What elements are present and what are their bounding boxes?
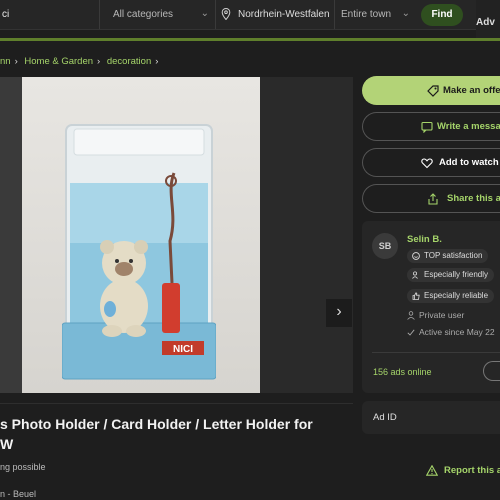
shipping-info: ng possible xyxy=(0,462,46,472)
svg-text:NICI: NICI xyxy=(173,344,193,355)
breadcrumb-separator: › xyxy=(155,56,159,67)
tag-icon xyxy=(427,85,439,97)
badge-top-satisfaction: TOP satisfaction xyxy=(407,249,489,263)
listing-location: n - Beuel xyxy=(0,489,37,499)
next-image-button[interactable]: › xyxy=(326,299,352,327)
location-pin-icon xyxy=(221,8,231,20)
write-message-label: Write a messa xyxy=(437,121,500,132)
user-icon xyxy=(407,311,415,320)
make-offer-label: Make an offe xyxy=(443,85,500,96)
badge-especially-friendly: Especially friendly xyxy=(407,268,495,282)
listing-header: s Photo Holder / Card Holder / Letter Ho… xyxy=(0,403,353,500)
breadcrumb-item[interactable]: nn xyxy=(0,56,11,67)
breadcrumb: nn › Home & Garden › decoration › xyxy=(0,56,162,67)
active-since-label: Active since May 22 xyxy=(419,327,495,337)
heart-icon xyxy=(421,158,433,169)
checkmark-icon xyxy=(407,329,415,336)
seller-name[interactable]: Selin B. xyxy=(407,234,442,245)
location-input[interactable]: Nordrhein-Westfalen xyxy=(238,9,330,20)
badge-label: TOP satisfaction xyxy=(424,251,483,260)
radius-select-label: Entire town xyxy=(341,9,392,20)
follow-button[interactable] xyxy=(483,361,500,381)
search-bar: ci All categories ⌄ Nordrhein-Westfalen … xyxy=(0,0,500,30)
search-input[interactable]: ci xyxy=(0,0,100,29)
chevron-down-icon: ⌄ xyxy=(200,8,209,19)
badge-especially-reliable: Especially reliable xyxy=(407,289,495,303)
badge-label: Especially reliable xyxy=(424,291,489,300)
share-icon xyxy=(428,193,438,205)
gallery-side-right xyxy=(260,77,353,393)
seller-active-since: Active since May 22 xyxy=(407,327,495,337)
thumbs-up-icon xyxy=(412,292,420,300)
breadcrumb-item[interactable]: decoration xyxy=(107,56,151,67)
header-divider xyxy=(0,38,500,41)
post-ad-button[interactable]: Adv xyxy=(476,0,500,40)
share-button[interactable]: Share this a xyxy=(362,184,500,213)
seller-type: Private user xyxy=(407,310,464,320)
seller-type-label: Private user xyxy=(419,310,465,320)
ad-id-panel: Ad ID xyxy=(362,401,500,434)
image-gallery[interactable]: NICI › ▣ 1 xyxy=(0,77,353,393)
gallery-side-left xyxy=(0,77,22,393)
action-buttons: Make an offe Write a messa Add to watch … xyxy=(362,76,500,220)
report-label: Report this a xyxy=(444,465,500,476)
chevron-right-icon: › xyxy=(336,303,342,320)
write-message-button[interactable]: Write a messa xyxy=(362,112,500,141)
avatar[interactable]: SB xyxy=(372,233,398,259)
warning-icon xyxy=(426,465,438,476)
breadcrumb-separator: › xyxy=(14,56,18,67)
seller-card: SB Selin B. TOP satisfaction Especially … xyxy=(362,221,500,393)
category-select-label: All categories xyxy=(113,9,174,20)
radius-select[interactable]: Entire town ⌄ xyxy=(334,0,416,29)
badge-label: Especially friendly xyxy=(424,270,489,279)
product-box-illustration: NICI xyxy=(62,124,216,380)
make-offer-button[interactable]: Make an offe xyxy=(362,76,500,105)
smile-icon xyxy=(412,252,420,260)
report-ad-link[interactable]: Report this a xyxy=(426,465,500,476)
friendly-icon xyxy=(412,271,418,279)
find-button[interactable]: Find xyxy=(421,4,463,26)
seller-card-divider xyxy=(372,352,500,353)
chevron-down-icon: ⌄ xyxy=(401,8,410,19)
share-label: Share this a xyxy=(447,193,500,204)
add-to-watchlist-button[interactable]: Add to watch xyxy=(362,148,500,177)
breadcrumb-item[interactable]: Home & Garden xyxy=(24,56,93,67)
listing-photo[interactable]: NICI xyxy=(22,77,260,393)
seller-ads-online-link[interactable]: 156 ads online xyxy=(373,367,432,377)
message-icon xyxy=(421,121,433,133)
breadcrumb-separator: › xyxy=(97,56,101,67)
category-select[interactable]: All categories ⌄ xyxy=(104,0,216,29)
add-to-watchlist-label: Add to watch xyxy=(439,157,499,168)
ad-id-label: Ad ID xyxy=(373,412,397,423)
listing-title: s Photo Holder / Card Holder / Letter Ho… xyxy=(0,416,313,452)
